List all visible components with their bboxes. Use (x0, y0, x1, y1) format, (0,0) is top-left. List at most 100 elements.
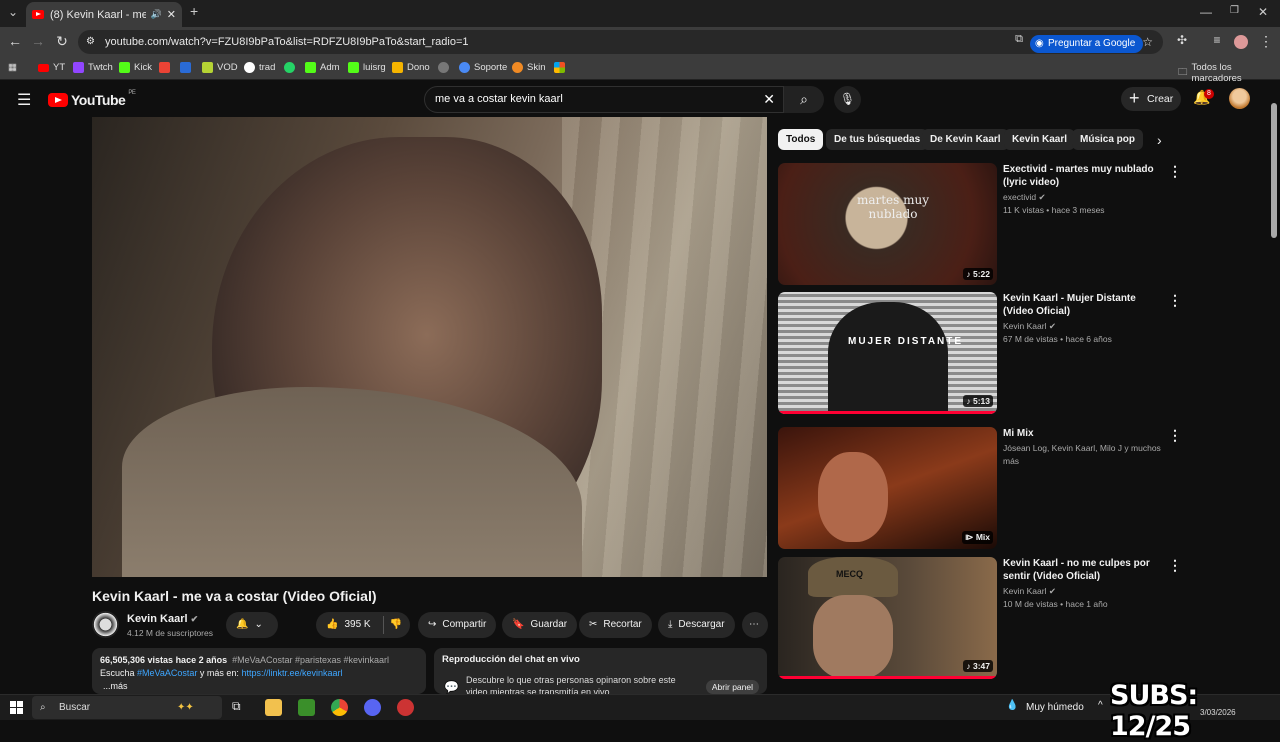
clear-search-icon[interactable]: ✕ (763, 87, 775, 112)
hamburger-menu-icon[interactable]: ☰ (17, 90, 31, 110)
clip-button[interactable]: ✂ Recortar (579, 612, 652, 638)
bookmark-trad[interactable]: trad (244, 62, 275, 73)
bookmark-yt[interactable]: YT (38, 62, 65, 73)
video-thumbnail[interactable]: ⧐ Mix (778, 427, 997, 549)
search-button[interactable]: ⌕ (784, 86, 824, 113)
channel-avatar[interactable] (92, 611, 119, 638)
chip-todos[interactable]: Todos (778, 129, 824, 150)
show-more-link[interactable]: ...más (100, 680, 418, 693)
bookmark-label: Twtch (88, 62, 113, 73)
hashtag-link[interactable]: #MeVaACostar (137, 668, 197, 678)
obs-icon[interactable] (397, 699, 414, 716)
forward-arrow-icon[interactable]: → (29, 33, 47, 49)
thumbs-down-icon[interactable]: 👎 (390, 612, 402, 638)
tray-chevron-icon[interactable]: ^ (1098, 700, 1103, 711)
browser-menu-icon[interactable]: ⋮ (1257, 33, 1275, 50)
recommendation-channel[interactable]: exectivid ✔ (1003, 191, 1173, 204)
bookmark-adm[interactable]: Adm (305, 62, 340, 73)
recommendation-item[interactable]: ⧐ Mix Mi Mix Jósean Log, Kevin Kaarl, Mi… (778, 427, 1182, 549)
new-tab-button[interactable]: + (190, 3, 198, 19)
recommendation-channel[interactable]: Kevin Kaarl ✔ (1003, 320, 1173, 333)
window-close-button[interactable]: ✕ (1258, 5, 1268, 19)
chip-kevin-kaarl[interactable]: Kevin Kaarl (1004, 129, 1076, 150)
bookmark-dono[interactable]: Dono (392, 62, 430, 73)
more-options-icon[interactable]: ⋮ (1168, 557, 1182, 574)
chip-from-kevin-kaarl[interactable]: De Kevin Kaarl (922, 129, 1009, 150)
recommendation-channel[interactable]: Kevin Kaarl ✔ (1003, 585, 1173, 598)
tab-close-icon[interactable]: ✕ (167, 8, 176, 21)
recommendation-item[interactable]: MUJER DISTANTE ♪ 5:13 Kevin Kaarl - Muje… (778, 292, 1182, 414)
more-options-icon[interactable]: ⋮ (1168, 427, 1182, 444)
account-avatar[interactable] (1229, 88, 1250, 109)
bookmark-gmail[interactable] (159, 62, 170, 73)
reload-icon[interactable]: ↻ (53, 33, 71, 50)
like-button[interactable]: 👍 395 K 👎 (316, 612, 410, 638)
bookmark-skin[interactable]: Skin (512, 62, 545, 73)
description-tags[interactable]: #MeVaACostar #paristexas #kevinkaarl (232, 655, 389, 665)
weather-text[interactable]: Muy húmedo (1026, 702, 1084, 713)
chip-from-searches[interactable]: De tus búsquedas (826, 129, 929, 150)
recommendation-title[interactable]: Kevin Kaarl - no me culpes por sentir (V… (1003, 557, 1168, 583)
page-scrollbar[interactable] (1271, 103, 1277, 238)
media-control-icon[interactable]: ≡ (1208, 33, 1226, 47)
video-description[interactable]: 66,505,306 vistas hace 2 años #MeVaACost… (92, 648, 426, 694)
windows-start-icon[interactable] (10, 701, 23, 714)
create-button[interactable]: Crear (1121, 86, 1181, 111)
recommendation-title[interactable]: Kevin Kaarl - Mujer Distante (Video Ofic… (1003, 292, 1168, 318)
more-options-icon[interactable]: ⋮ (1168, 163, 1182, 180)
minecraft-icon[interactable] (298, 699, 315, 716)
whatsapp-icon (284, 62, 295, 73)
discord-icon[interactable] (364, 699, 381, 716)
recommendation-title[interactable]: Mi Mix (1003, 427, 1168, 440)
download-button[interactable]: ⤓ Descargar (658, 612, 735, 638)
site-info-icon[interactable]: ⚙ (86, 30, 95, 54)
tab-search-icon[interactable]: ⌄ (8, 5, 18, 19)
file-explorer-icon[interactable] (265, 699, 282, 716)
subscribe-bell-button[interactable]: 🔔 ⌄ (226, 612, 278, 638)
bookmark-blue[interactable] (180, 62, 191, 73)
bookmark-misc[interactable] (438, 62, 449, 73)
cast-icon[interactable]: ⧉ (1010, 33, 1028, 46)
minimize-button[interactable]: — (1200, 5, 1212, 19)
extensions-icon[interactable]: ✣ (1173, 33, 1191, 47)
search-input[interactable]: me va a costar kevin kaarl ✕ (424, 86, 784, 113)
description-link[interactable]: https://linktr.ee/kevinkaarl (241, 668, 342, 678)
voice-search-button[interactable]: 🎙 (834, 86, 861, 113)
video-player[interactable] (92, 117, 767, 577)
bookmark-twtch[interactable]: Twtch (73, 62, 113, 73)
recommendation-item[interactable]: martes muy nublado ♪ 5:22 Exectivid - ma… (778, 163, 1182, 285)
url-field[interactable]: ⚙ youtube.com/watch?v=FZU8I9bPaTo&list=R… (78, 30, 1163, 54)
back-arrow-icon[interactable]: ← (6, 33, 24, 49)
save-button[interactable]: 🔖 Guardar (502, 612, 578, 638)
thumbs-up-icon: 👍 (326, 619, 339, 630)
chrome-icon[interactable] (331, 699, 348, 716)
ask-google-button[interactable]: ◉ Preguntar a Google (1030, 35, 1144, 53)
profile-avatar-icon[interactable] (1234, 35, 1248, 49)
bookmark-vod[interactable]: VOD (202, 62, 238, 73)
video-thumbnail[interactable]: martes muy nublado ♪ 5:22 (778, 163, 997, 285)
bookmark-soporte[interactable]: Soporte (459, 62, 507, 73)
bookmark-luisrg[interactable]: luisrg (348, 62, 386, 73)
bookmark-whatsapp[interactable] (284, 62, 295, 73)
bookmark-microsoft[interactable] (554, 62, 565, 73)
recommendation-item[interactable]: MECQ ♪ 3:47 Kevin Kaarl - no me culpes p… (778, 557, 1182, 679)
apps-grid-icon[interactable]: ▦ (8, 62, 17, 73)
speaker-icon[interactable]: 🔊 (151, 9, 162, 20)
more-actions-button[interactable]: ⋯ (742, 612, 768, 638)
more-options-icon[interactable]: ⋮ (1168, 292, 1182, 309)
chevron-right-icon[interactable]: › (1157, 132, 1162, 148)
bookmark-kick[interactable]: Kick (119, 62, 152, 73)
bookmark-star-icon[interactable]: ☆ (1142, 30, 1153, 54)
restore-button[interactable]: ❐ (1230, 5, 1239, 16)
youtube-logo[interactable]: YouTube PE (48, 90, 136, 108)
taskbar-search[interactable]: ⌕ Buscar ✦✦ (32, 696, 222, 719)
video-thumbnail[interactable]: MUJER DISTANTE ♪ 5:13 (778, 292, 997, 414)
browser-tab[interactable]: (8) Kevin Kaarl - me va a co 🔊 ✕ (26, 2, 182, 27)
recommendation-title[interactable]: Exectivid - martes muy nublado (lyric vi… (1003, 163, 1168, 189)
chip-pop-music[interactable]: Música pop (1072, 129, 1144, 150)
video-thumbnail[interactable]: MECQ ♪ 3:47 (778, 557, 997, 679)
channel-name[interactable]: Kevin Kaarl ✔ (127, 613, 198, 625)
open-panel-button[interactable]: Abrir panel (705, 680, 759, 694)
task-view-icon[interactable]: ⧉ (232, 699, 249, 716)
share-button[interactable]: ↪ Compartir (418, 612, 497, 638)
